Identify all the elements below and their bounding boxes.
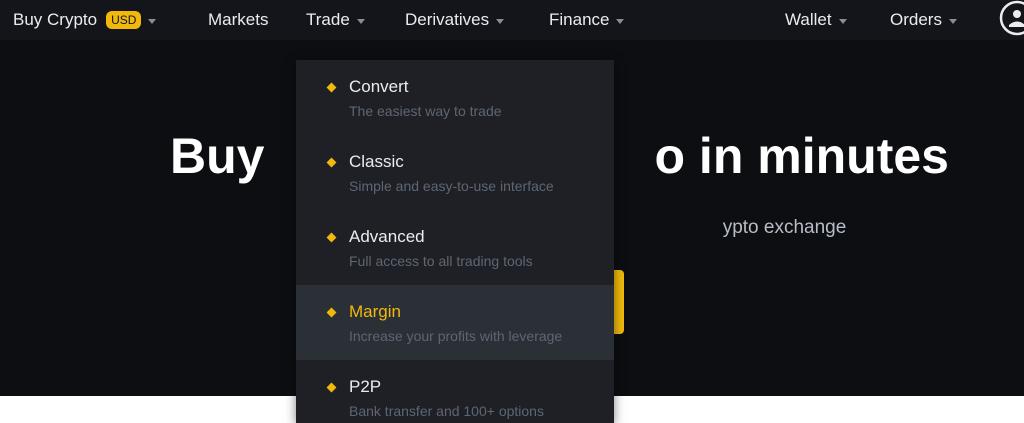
nav-markets-label: Markets <box>208 10 269 29</box>
chevron-down-icon <box>356 18 365 24</box>
menu-item-classic[interactable]: Classic Simple and easy-to-use interface <box>296 135 614 210</box>
diamond-icon <box>326 157 337 168</box>
menu-item-description: Increase your profits with leverage <box>349 328 563 344</box>
menu-item-title: Convert <box>349 77 409 96</box>
nav-trade[interactable]: Trade <box>306 0 365 40</box>
menu-item-p2p[interactable]: P2P Bank transfer and 100+ options <box>296 360 614 423</box>
nav-finance[interactable]: Finance <box>549 0 625 40</box>
nav-orders[interactable]: Orders <box>890 0 957 40</box>
nav-finance-label: Finance <box>549 10 610 29</box>
nav-buy-crypto-label: Buy Crypto <box>13 10 98 29</box>
chevron-down-icon <box>616 18 625 24</box>
top-nav-bar: Buy Crypto USD Markets Trade Derivatives… <box>0 0 1024 40</box>
diamond-icon <box>326 307 337 318</box>
menu-item-description: The easiest way to trade <box>349 103 502 119</box>
menu-item-description: Bank transfer and 100+ options <box>349 403 544 419</box>
menu-item-title: Advanced <box>349 227 425 246</box>
menu-item-title: Classic <box>349 152 404 171</box>
nav-buy-crypto[interactable]: Buy Crypto USD <box>13 0 157 40</box>
menu-item-margin[interactable]: Margin Increase your profits with levera… <box>296 285 614 360</box>
nav-wallet[interactable]: Wallet <box>785 0 847 40</box>
menu-item-description: Simple and easy-to-use interface <box>349 178 554 194</box>
currency-badge[interactable]: USD <box>106 11 142 29</box>
user-icon[interactable] <box>998 0 1024 38</box>
hero-title-right: o in minutes <box>654 128 949 184</box>
chevron-down-icon <box>148 18 157 24</box>
nav-derivatives[interactable]: Derivatives <box>405 0 505 40</box>
menu-item-description: Full access to all trading tools <box>349 253 533 269</box>
hero-subtitle-right: ypto exchange <box>722 217 847 238</box>
chevron-down-icon <box>948 18 957 24</box>
nav-trade-label: Trade <box>306 10 350 29</box>
hero-title-left: Buy <box>170 128 265 184</box>
chevron-down-icon <box>496 18 505 24</box>
diamond-icon <box>326 82 337 93</box>
chevron-down-icon <box>838 18 847 24</box>
nav-markets[interactable]: Markets <box>208 0 268 40</box>
nav-wallet-label: Wallet <box>785 10 832 29</box>
menu-item-title: Margin <box>349 302 401 321</box>
diamond-icon <box>326 232 337 243</box>
menu-item-advanced[interactable]: Advanced Full access to all trading tool… <box>296 210 614 285</box>
trade-dropdown-menu: Convert The easiest way to trade Classic… <box>296 60 614 423</box>
diamond-icon <box>326 382 337 393</box>
nav-orders-label: Orders <box>890 10 942 29</box>
nav-derivatives-label: Derivatives <box>405 10 490 29</box>
menu-item-title: P2P <box>349 377 382 396</box>
menu-item-convert[interactable]: Convert The easiest way to trade <box>296 60 614 135</box>
